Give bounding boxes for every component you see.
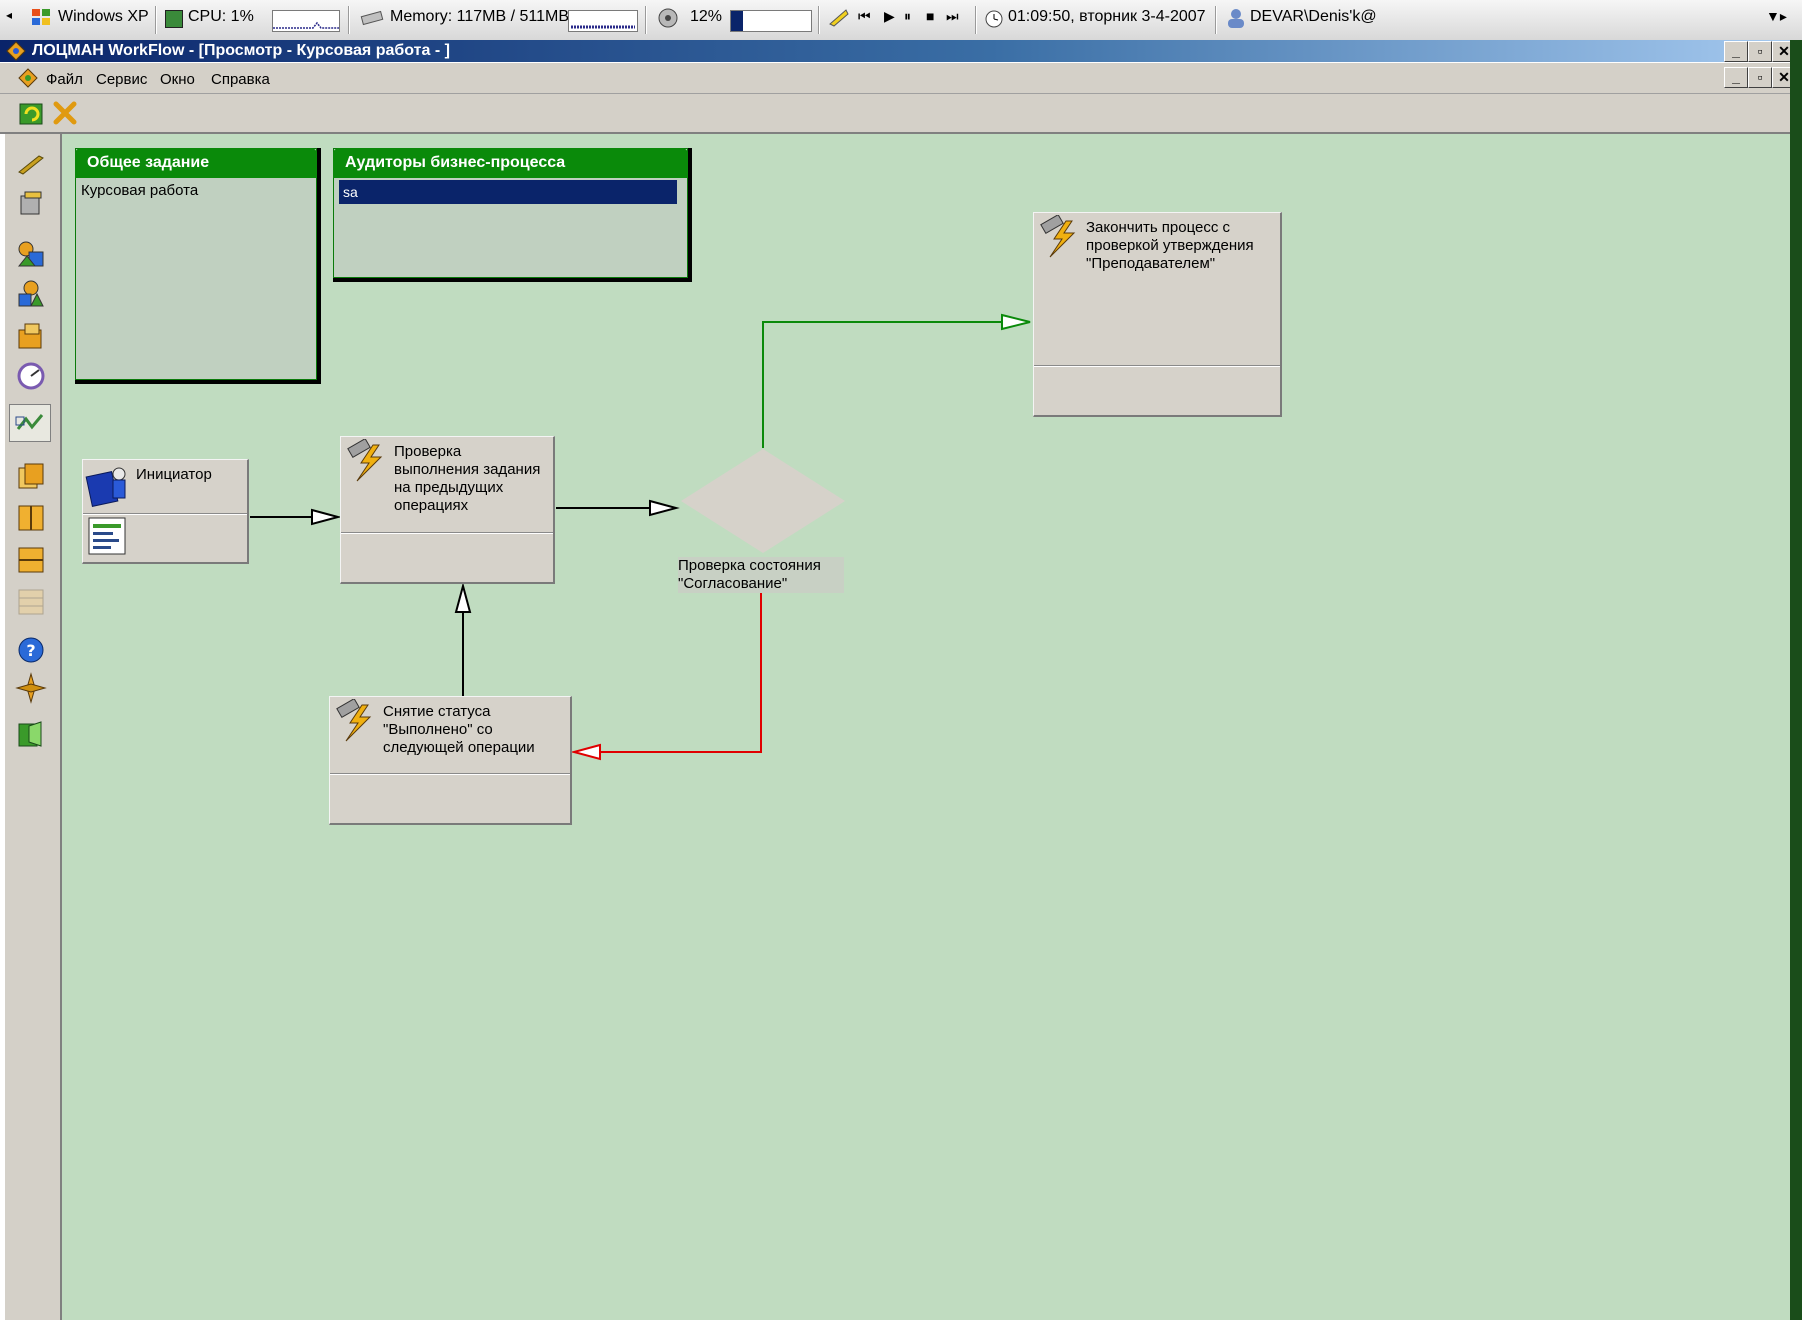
user-label: DEVAR\Denis'k@ — [1250, 8, 1377, 25]
copy-documents-icon[interactable] — [15, 460, 47, 492]
cpu-label: CPU: 1% — [188, 8, 254, 25]
database-icon[interactable] — [15, 188, 47, 220]
menu-help[interactable]: Справка — [211, 71, 270, 88]
volume-icon[interactable] — [656, 6, 680, 35]
stop-icon[interactable]: ■ — [926, 8, 934, 24]
help-icon[interactable]: ? — [15, 634, 47, 666]
memory-label: Memory: 117MB / 511MB — [390, 8, 570, 25]
play-icon[interactable]: ▶ — [884, 8, 895, 25]
menu-file[interactable]: Файл — [46, 71, 83, 88]
finish-node[interactable]: Закончить процесс с проверкой утверждени… — [1033, 212, 1282, 417]
initiator-node[interactable]: Инициатор — [82, 459, 249, 564]
pen-tool-icon[interactable] — [15, 148, 47, 180]
window-edge — [1790, 40, 1802, 1320]
auditor-list-item[interactable]: sa — [339, 180, 677, 204]
datetime-label: 01:09:50, вторник 3-4-2007 — [1008, 8, 1206, 25]
decision-diamond[interactable] — [679, 447, 847, 555]
clock-icon — [984, 9, 1004, 34]
remove-status-label: Снятие статуса "Выполнено" со следующей … — [383, 703, 535, 756]
navigator-icon[interactable] — [15, 672, 47, 704]
pause-icon[interactable]: ⏸ — [904, 8, 911, 25]
initiator-label: Инициатор — [136, 466, 212, 483]
archive-icon[interactable] — [15, 320, 47, 352]
restore-button[interactable]: ▫ — [1748, 41, 1772, 62]
delete-icon[interactable] — [52, 100, 78, 130]
task-panel-body: Курсовая работа — [81, 182, 199, 199]
remove-status-node[interactable]: Снятие статуса "Выполнено" со следующей … — [329, 696, 572, 825]
workflow-canvas[interactable] — [62, 134, 1802, 1320]
auditors-panel: Аудиторы бизнес-процесса sa — [333, 148, 692, 282]
previous-track-icon[interactable]: ⏮ — [858, 8, 871, 25]
document-icon — [18, 68, 38, 92]
user-icon — [1225, 7, 1247, 34]
task-panel-title: Общее задание — [75, 148, 317, 178]
finish-label: Закончить процесс с проверкой утверждени… — [1086, 219, 1254, 272]
scroll-left-icon[interactable]: ◂ — [6, 8, 12, 22]
cpu-icon — [165, 10, 183, 28]
left-tool-sidebar: ? — [5, 134, 62, 1320]
toolbar — [0, 94, 1802, 134]
menu-window[interactable]: Окно — [160, 71, 195, 88]
form-document-icon — [88, 517, 126, 555]
minimize-button[interactable]: _ — [1724, 41, 1748, 62]
next-track-icon[interactable]: ⏭ — [946, 8, 959, 25]
menu-bar: Файл Сервис Окно Справка _ ▫ ✕ — [0, 63, 1802, 94]
memory-icon — [360, 9, 384, 32]
task-panel: Общее задание Курсовая работа — [75, 148, 321, 384]
volume-level-bar[interactable] — [730, 10, 812, 32]
process-group-icon[interactable] — [15, 278, 47, 310]
process-shapes-icon[interactable] — [15, 238, 47, 270]
lightning-task-icon — [1040, 215, 1076, 258]
compass-icon[interactable] — [15, 360, 47, 392]
window-title-bar[interactable]: ЛОЦМАН WorkFlow - [Просмотр - Курсовая р… — [0, 40, 1802, 62]
tile-windows-icon[interactable] — [15, 586, 47, 618]
decision-label: Проверка состояния "Согласование" — [678, 557, 844, 593]
media-player-icon[interactable] — [826, 6, 852, 35]
lightning-task-icon — [347, 439, 383, 482]
os-label: Windows XP — [58, 8, 149, 25]
lightning-task-icon — [336, 699, 372, 742]
expand-menu-icon[interactable]: ▼▸ — [1766, 8, 1787, 25]
doc-minimize-button[interactable]: _ — [1724, 67, 1748, 88]
svg-text:?: ? — [26, 641, 35, 660]
check-previous-label: Проверка выполнения задания на предыдущи… — [394, 443, 541, 514]
workflow-view-button[interactable] — [9, 404, 51, 442]
auditors-panel-title: Аудиторы бизнес-процесса — [333, 148, 688, 178]
refresh-icon[interactable] — [18, 100, 44, 130]
menu-service[interactable]: Сервис — [96, 71, 147, 88]
exit-icon[interactable] — [15, 718, 47, 750]
person-book-icon — [85, 467, 126, 507]
check-previous-node[interactable]: Проверка выполнения задания на предыдущи… — [340, 436, 555, 584]
memory-graph — [568, 10, 638, 32]
horizontal-split-icon[interactable] — [15, 544, 47, 576]
volume-label: 12% — [690, 8, 723, 25]
vertical-split-icon[interactable] — [15, 502, 47, 534]
windows-flag-icon — [30, 6, 52, 33]
doc-restore-button[interactable]: ▫ — [1748, 67, 1772, 88]
cpu-graph — [272, 10, 340, 32]
window-title: ЛОЦМАН WorkFlow - [Просмотр - Курсовая р… — [32, 42, 450, 59]
system-status-bar: ◂ Windows XP CPU: 1% Memory: 117MB / 511… — [0, 0, 1802, 41]
